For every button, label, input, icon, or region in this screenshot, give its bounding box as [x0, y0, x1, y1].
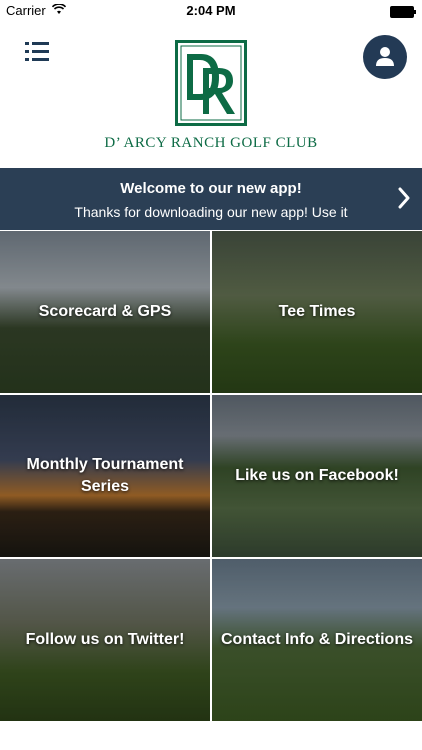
- tile-contact-directions[interactable]: Contact Info & Directions: [212, 559, 422, 721]
- tile-label: Like us on Facebook!: [235, 467, 399, 484]
- tile-label: Scorecard & GPS: [38, 303, 172, 320]
- tile-tee-times[interactable]: Tee Times: [212, 231, 422, 393]
- banner-message: Thanks for downloading our new app! Use …: [74, 204, 348, 220]
- bottom-spacer: [0, 721, 422, 750]
- welcome-banner[interactable]: Welcome to our new app! Thanks for downl…: [0, 168, 422, 230]
- club-name: D’ ARCY RANCH GOLF CLUB: [104, 135, 318, 151]
- menu-list-icon[interactable]: [25, 42, 49, 62]
- chevron-right-icon[interactable]: [398, 187, 410, 214]
- tile-scorecard-gps[interactable]: Scorecard & GPS: [0, 231, 210, 393]
- status-bar: Carrier 2:04 PM: [0, 0, 422, 22]
- banner-title: Welcome to our new app!: [120, 180, 302, 197]
- battery-icon: [390, 6, 416, 18]
- app-header: D’ ARCY RANCH GOLF CLUB: [0, 22, 422, 168]
- status-time: 2:04 PM: [186, 3, 236, 18]
- tile-label: Tee Times: [278, 303, 356, 320]
- tile-monthly-tournament[interactable]: Monthly Tournament Series: [0, 395, 210, 557]
- menu-grid: Scorecard & GPS Tee Times Monthly Tourna…: [0, 231, 422, 721]
- tile-label: Contact Info & Directions: [220, 631, 413, 648]
- person-icon[interactable]: [363, 35, 407, 79]
- tile-facebook[interactable]: Like us on Facebook!: [212, 395, 422, 557]
- tile-label: Monthly Tournament Series: [26, 456, 184, 495]
- tile-label: Follow us on Twitter!: [25, 631, 185, 648]
- club-logo: [175, 40, 247, 126]
- tile-twitter[interactable]: Follow us on Twitter!: [0, 559, 210, 721]
